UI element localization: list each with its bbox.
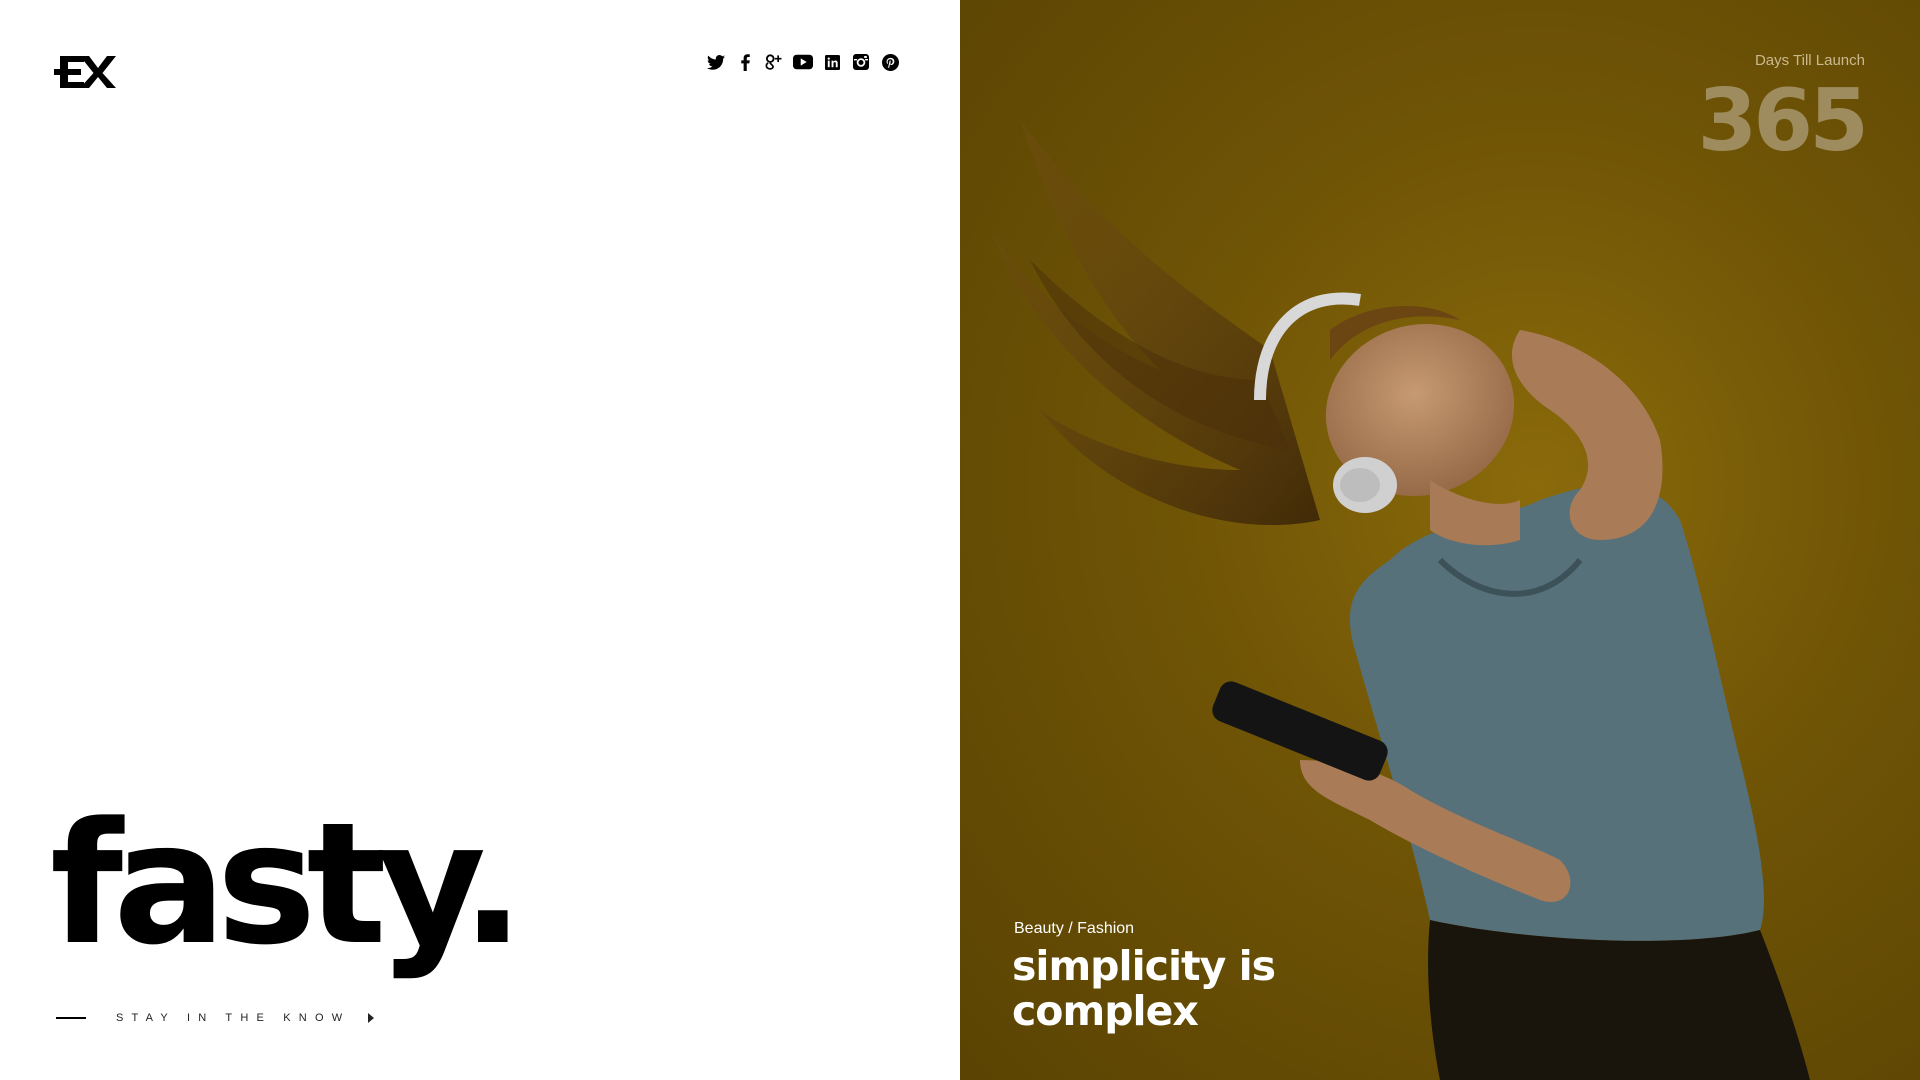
countdown-value: 365 [1697, 71, 1869, 171]
twitter-icon[interactable] [706, 52, 726, 72]
pinterest-icon[interactable] [880, 52, 900, 72]
play-arrow-icon [368, 1013, 375, 1023]
linkedin-icon[interactable] [822, 52, 842, 72]
hero-headline: simplicity is complex [1012, 944, 1432, 1034]
brand-title: fasty. [50, 786, 525, 982]
left-panel: fasty. STAY IN THE KNOW [0, 0, 960, 1080]
countdown-label: Days Till Launch [1754, 52, 1865, 69]
headline-line-1: simplicity is [1012, 942, 1276, 990]
headline-line-2: complex [1012, 987, 1199, 1035]
hero-panel: Days Till Launch 365 Beauty / Fashion si… [960, 0, 1920, 1080]
logo-mark [54, 56, 116, 88]
category-label[interactable]: Beauty / Fashion [1014, 920, 1134, 938]
facebook-icon[interactable] [735, 52, 755, 72]
stay-in-the-know-label: STAY IN THE KNOW [116, 1012, 351, 1024]
instagram-icon[interactable] [851, 52, 871, 72]
youtube-icon[interactable] [793, 52, 813, 72]
dash-line [56, 1017, 86, 1019]
logo[interactable] [54, 52, 116, 92]
stay-in-the-know-button[interactable]: STAY IN THE KNOW [56, 1012, 375, 1024]
google-plus-icon[interactable] [764, 52, 784, 72]
social-links [706, 52, 900, 72]
